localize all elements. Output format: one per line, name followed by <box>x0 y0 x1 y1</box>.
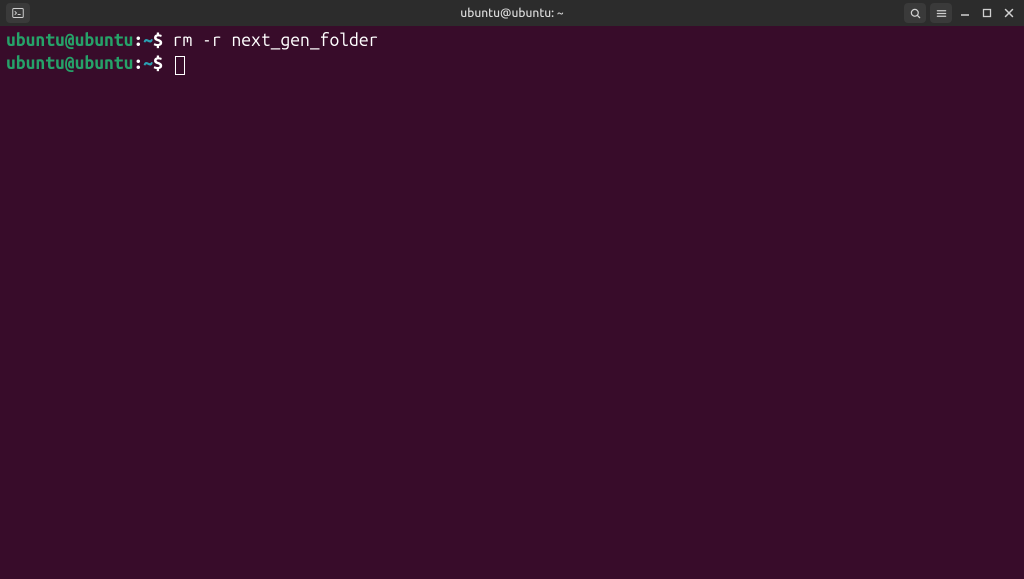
titlebar-right-controls <box>898 3 1018 23</box>
hamburger-icon <box>936 8 947 19</box>
terminal-line: ubuntu@ubuntu:~$ rm -r next_gen_folder <box>6 30 1018 53</box>
command-text: rm -r next_gen_folder <box>173 31 379 50</box>
prompt-user-host: ubuntu@ubuntu <box>6 31 133 50</box>
prompt-path: ~ <box>143 54 153 73</box>
window-title: ubuntu@ubuntu: ~ <box>126 7 898 20</box>
maximize-icon <box>982 8 992 18</box>
titlebar-left-controls <box>6 3 126 23</box>
search-button[interactable] <box>904 3 926 23</box>
maximize-button[interactable] <box>978 4 996 22</box>
search-icon <box>910 8 921 19</box>
terminal-cursor <box>175 56 185 75</box>
menu-button[interactable] <box>930 3 952 23</box>
minimize-icon <box>960 8 970 18</box>
terminal-icon <box>12 7 24 19</box>
prompt-dollar: $ <box>153 31 173 50</box>
close-icon <box>1004 8 1014 18</box>
prompt-path: ~ <box>143 31 153 50</box>
prompt-colon: : <box>133 54 143 73</box>
close-button[interactable] <box>1000 4 1018 22</box>
prompt-dollar: $ <box>153 54 173 73</box>
terminal-line: ubuntu@ubuntu:~$ <box>6 53 1018 76</box>
minimize-button[interactable] <box>956 4 974 22</box>
window-titlebar: ubuntu@ubuntu: ~ <box>0 0 1024 26</box>
terminal-body[interactable]: ubuntu@ubuntu:~$ rm -r next_gen_folder u… <box>0 26 1024 80</box>
prompt-user-host: ubuntu@ubuntu <box>6 54 133 73</box>
new-tab-button[interactable] <box>6 3 30 23</box>
prompt-colon: : <box>133 31 143 50</box>
